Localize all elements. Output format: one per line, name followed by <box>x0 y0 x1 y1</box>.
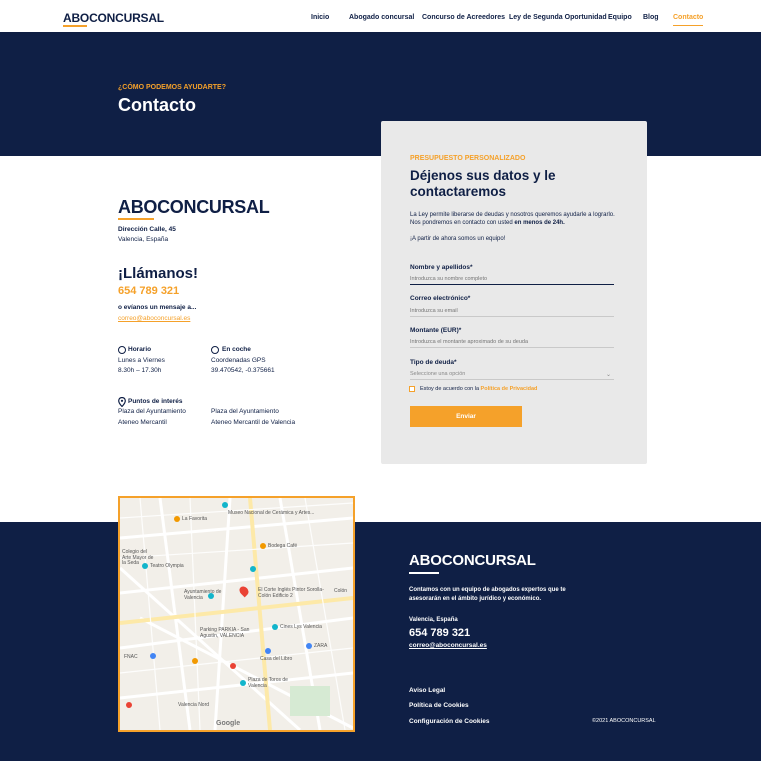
logo-underline <box>63 25 87 27</box>
map-label: La Favorita <box>182 516 208 522</box>
map-label: Museo Nacional de Cerámica y Artes... <box>228 510 315 516</box>
message-prompt: o evíanos un mensaje a... <box>118 304 197 311</box>
amount-input[interactable] <box>410 336 614 348</box>
form-intro: La Ley permite liberarse de deudas y nos… <box>410 211 625 228</box>
location-pin-icon <box>118 397 126 407</box>
email-label: Correo electrónico* <box>410 295 471 302</box>
privacy-policy-link[interactable]: Política de Privacidad <box>481 386 538 392</box>
footer-brand: ABOCONCURSAL <box>409 552 536 569</box>
footer-desc-2: asesorarán en el ámbito jurídico y econó… <box>409 596 542 602</box>
footer-desc-1: Contamos con un equipo de abogados exper… <box>409 587 566 593</box>
map-label: FNAC <box>124 654 138 660</box>
poi-left-1: Plaza del Ayuntamiento <box>118 408 186 415</box>
footer-city: Valencia, España <box>409 617 458 623</box>
amount-label: Montante (EUR)* <box>410 327 462 334</box>
address-line-2: Valencia, España <box>118 236 169 243</box>
quote-form: PRESUPUESTO PERSONALIZADO Déjenos sus da… <box>381 121 647 464</box>
footer-link-cookies-policy[interactable]: Política de Cookies <box>409 702 469 709</box>
map-label: Valencia Nord <box>178 702 210 708</box>
footer-link-cookies-config[interactable]: Configuración de Cookies <box>409 718 490 725</box>
footer-link-aviso-legal[interactable]: Aviso Legal <box>409 687 445 694</box>
nav-inicio[interactable]: Inicio <box>311 14 329 21</box>
form-eyebrow: PRESUPUESTO PERSONALIZADO <box>410 155 526 162</box>
map-label: Casa del Libro <box>260 656 293 662</box>
map-label: Colegio del Arte Mayor de la Seda <box>122 549 154 566</box>
poi-left-2: Ateneo Mercantil <box>118 419 167 426</box>
hours-time: 8.30h – 17.30h <box>118 367 162 374</box>
store-pin-icon <box>126 702 132 708</box>
site-footer <box>0 522 761 761</box>
footer-copyright: ©2021 ABOCONCURSAL <box>592 718 656 724</box>
footer-email-link[interactable]: correo@aboconcursal.es <box>409 642 487 649</box>
nav-blog[interactable]: Blog <box>643 14 659 21</box>
nav-contacto[interactable]: Contacto <box>673 14 704 26</box>
site-logo[interactable]: ABOCONCURSAL <box>63 11 164 27</box>
map-label: ZARA <box>314 643 328 649</box>
address-line-1: Dirección Calle, 45 <box>118 226 176 233</box>
cinema-pin-icon <box>272 624 278 630</box>
nav-segunda-oportunidad[interactable]: Ley de Segunda Oportunidad <box>509 14 607 21</box>
page-title: Contacto <box>118 95 196 115</box>
brand-underline <box>118 218 154 220</box>
privacy-consent: Estoy de acuerdo con la Política de Priv… <box>420 386 537 392</box>
debt-type-select[interactable]: Seleccione una opción ⌄ <box>410 368 614 380</box>
poi-right-2: Ateneo Mercantil de Valencia <box>211 419 296 426</box>
map-label: Parking PARKIA - San Agustín, VALENCIA <box>200 627 250 639</box>
contact-phone[interactable]: 654 789 321 <box>118 285 179 297</box>
privacy-checkbox[interactable] <box>409 386 415 392</box>
chevron-down-icon: ⌄ <box>605 372 611 378</box>
debt-type-value: Seleccione una opción <box>410 371 466 377</box>
shop-pin-icon <box>150 653 156 659</box>
name-input[interactable] <box>410 273 614 285</box>
museum-pin-icon <box>222 502 228 508</box>
car-title: En coche <box>222 346 251 353</box>
call-heading: ¡Llámanos! <box>118 265 199 282</box>
landmark-pin-icon <box>250 566 256 572</box>
map-label: El Corte Inglés Pintor Sorolla-Colón Edi… <box>258 587 324 599</box>
poi-title: Puntos de interés <box>128 398 183 405</box>
clock-icon <box>118 346 126 354</box>
nav-concurso-acreedores[interactable]: Concurso de Acreedores <box>422 14 505 21</box>
gps-label: Coordenadas GPS <box>211 357 266 364</box>
shop-pin-icon <box>306 643 312 649</box>
map-label: Bodega Café <box>268 543 298 549</box>
cafe-pin-icon <box>260 543 266 549</box>
location-map[interactable]: Museo Nacional de Cerámica y Artes... La… <box>118 496 355 732</box>
cafe-pin-icon <box>174 516 180 522</box>
map-streets <box>120 498 353 730</box>
privacy-consent-text: Estoy de acuerdo con la <box>420 386 480 392</box>
nav-abogado-concursal[interactable]: Abogado concursal <box>349 14 414 21</box>
landmark-pin-icon <box>240 680 246 686</box>
map-label: Cines Lys Valencia <box>280 624 322 630</box>
name-label: Nombre y apellidos* <box>410 264 473 271</box>
map-google-logo: Google <box>216 720 241 727</box>
form-intro-text: La Ley permite liberarse de deudas y nos… <box>410 212 615 227</box>
hours-title: Horario <box>128 346 152 353</box>
form-intro-2: ¡A partir de ahora somos un equipo! <box>410 236 506 242</box>
hero-eyebrow: ¿CÓMO PODEMOS AYUDARTE? <box>118 84 226 91</box>
shop-pin-icon <box>265 648 271 654</box>
form-title: Déjenos sus datos y le contactaremos <box>410 168 556 200</box>
form-intro-bold: en menos de 24h. <box>514 220 565 227</box>
food-pin-icon <box>192 658 198 664</box>
contact-brand: ABOCONCURSAL <box>118 197 270 217</box>
debt-type-label: Tipo de deuda* <box>410 359 457 366</box>
contact-email-link[interactable]: correo@aboconcursal.es <box>118 315 190 323</box>
site-logo-text: ABOCONCURSAL <box>63 11 164 25</box>
store-pin-icon <box>230 663 236 669</box>
hours-days: Lunes a Viernes <box>118 357 165 364</box>
gps-coordinates: 39.470542, -0.375661 <box>211 367 275 374</box>
submit-button[interactable]: Enviar <box>410 406 522 427</box>
site-header: ABOCONCURSAL Inicio Abogado concursal Co… <box>0 0 761 32</box>
email-input[interactable] <box>410 305 614 317</box>
map-label: Plaza de Toros de Valencia <box>248 677 288 689</box>
nav-equipo[interactable]: Equipo <box>608 14 632 21</box>
footer-brand-underline <box>409 572 439 574</box>
map-label: Ayuntamiento de Valencia <box>184 589 222 601</box>
footer-phone[interactable]: 654 789 321 <box>409 627 470 639</box>
poi-right-1: Plaza del Ayuntamiento <box>211 408 279 415</box>
car-icon <box>211 346 219 354</box>
map-label: Colón <box>334 588 348 594</box>
